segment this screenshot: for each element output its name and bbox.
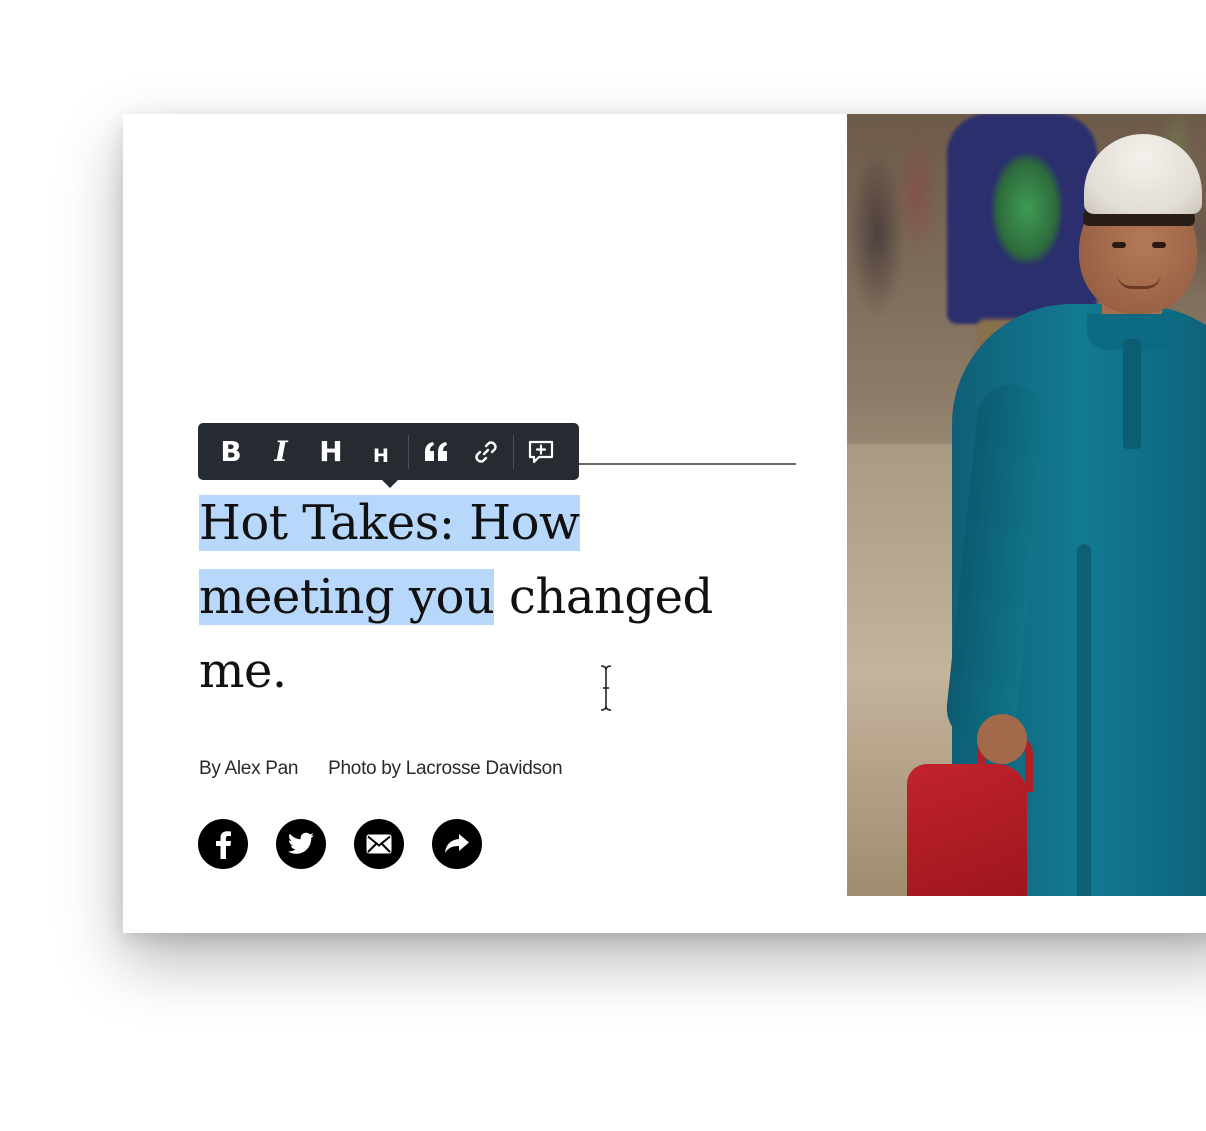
- link-button[interactable]: [461, 423, 511, 480]
- bold-button[interactable]: B: [206, 423, 256, 480]
- email-icon: [366, 834, 392, 854]
- italic-icon: I: [274, 435, 288, 468]
- photo-credit: Photo by Lacrosse Davidson: [328, 758, 563, 779]
- bold-icon: B: [220, 435, 242, 468]
- twitter-icon: [287, 832, 314, 854]
- photo-placket: [1123, 339, 1141, 449]
- title-divider: [579, 463, 796, 465]
- facebook-icon: [216, 831, 231, 859]
- share-bar: [198, 819, 482, 869]
- share-icon: [445, 834, 469, 853]
- page: B I H H Hot Takes: How meeting you chang…: [0, 0, 1206, 1131]
- headline-selected-text: meeting you: [199, 569, 495, 625]
- toolbar-separator: [513, 434, 514, 469]
- text-cursor-icon: [600, 665, 612, 711]
- byline: By Alex Pan Photo by Lacrosse Davidson: [199, 758, 563, 780]
- link-icon: [475, 440, 497, 463]
- email-share-button[interactable]: [354, 819, 404, 869]
- formatting-toolbar: B I H H: [198, 423, 579, 488]
- headline-selected-text: Hot Takes: How: [199, 495, 580, 551]
- headline-editor[interactable]: Hot Takes: How meeting you changed me.: [199, 486, 799, 708]
- quote-icon: [425, 441, 447, 461]
- photo-hand: [977, 714, 1027, 764]
- heading-large-button[interactable]: H: [306, 423, 356, 480]
- heading-large-icon: H: [319, 435, 343, 468]
- twitter-share-button[interactable]: [276, 819, 326, 869]
- heading-small-button[interactable]: H: [356, 419, 406, 484]
- photo-eye: [1152, 242, 1166, 248]
- hero-photo: [847, 114, 1206, 896]
- heading-small-icon: H: [373, 444, 389, 467]
- quote-button[interactable]: [411, 423, 461, 480]
- more-share-button[interactable]: [432, 819, 482, 869]
- photo-eye: [1112, 242, 1126, 248]
- toolbar-separator: [408, 434, 409, 469]
- add-comment-button[interactable]: [516, 423, 566, 480]
- author-credit: By Alex Pan: [199, 758, 299, 779]
- facebook-share-button[interactable]: [198, 819, 248, 869]
- italic-button[interactable]: I: [256, 423, 306, 480]
- add-comment-icon: [528, 440, 554, 463]
- photo-bag: [907, 764, 1027, 896]
- photo-shirt-print: [992, 154, 1062, 264]
- photo-robe-fold: [1077, 544, 1091, 896]
